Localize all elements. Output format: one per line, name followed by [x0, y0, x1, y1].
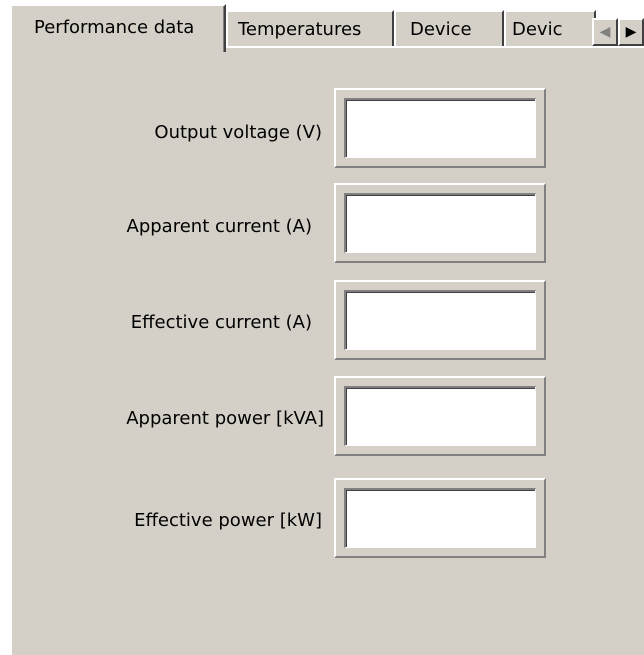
tab-label: Device	[410, 19, 472, 40]
effective-current-frame	[334, 280, 546, 360]
effective-power-frame	[334, 478, 546, 558]
tab-temperatures[interactable]: Temperatures	[226, 10, 394, 46]
arrow-left-icon[interactable]: ◀	[592, 18, 618, 46]
output-voltage-label: Output voltage (V)	[154, 122, 322, 143]
tab-scroll-buttons: ◀ ▶	[592, 18, 644, 46]
tab-panel-performance-data: Output voltage (V) Apparent current (A) …	[10, 46, 644, 655]
performance-window: Performance data Temperatures Device Dev…	[0, 0, 644, 655]
tab-performance-data[interactable]: Performance data	[10, 4, 226, 52]
effective-current-label: Effective current (A)	[130, 312, 312, 333]
apparent-power-label: Apparent power [kVA]	[126, 408, 324, 429]
apparent-power-frame	[334, 376, 546, 456]
tab-device[interactable]: Device	[394, 10, 504, 46]
effective-current-field[interactable]	[344, 290, 536, 350]
apparent-current-frame	[334, 183, 546, 263]
tab-label: Performance data	[34, 17, 195, 38]
apparent-current-label: Apparent current (A)	[126, 216, 312, 237]
output-voltage-field[interactable]	[344, 98, 536, 158]
arrow-right-icon[interactable]: ▶	[618, 18, 644, 46]
tab-device-truncated[interactable]: Devic	[504, 10, 596, 46]
apparent-power-field[interactable]	[344, 386, 536, 446]
apparent-current-field[interactable]	[344, 193, 536, 253]
effective-power-label: Effective power [kW]	[134, 510, 322, 531]
tab-strip: Performance data Temperatures Device Dev…	[0, 0, 644, 52]
tab-label: Temperatures	[238, 19, 362, 40]
output-voltage-frame	[334, 88, 546, 168]
tab-label: Devic	[512, 19, 563, 40]
effective-power-field[interactable]	[344, 488, 536, 548]
